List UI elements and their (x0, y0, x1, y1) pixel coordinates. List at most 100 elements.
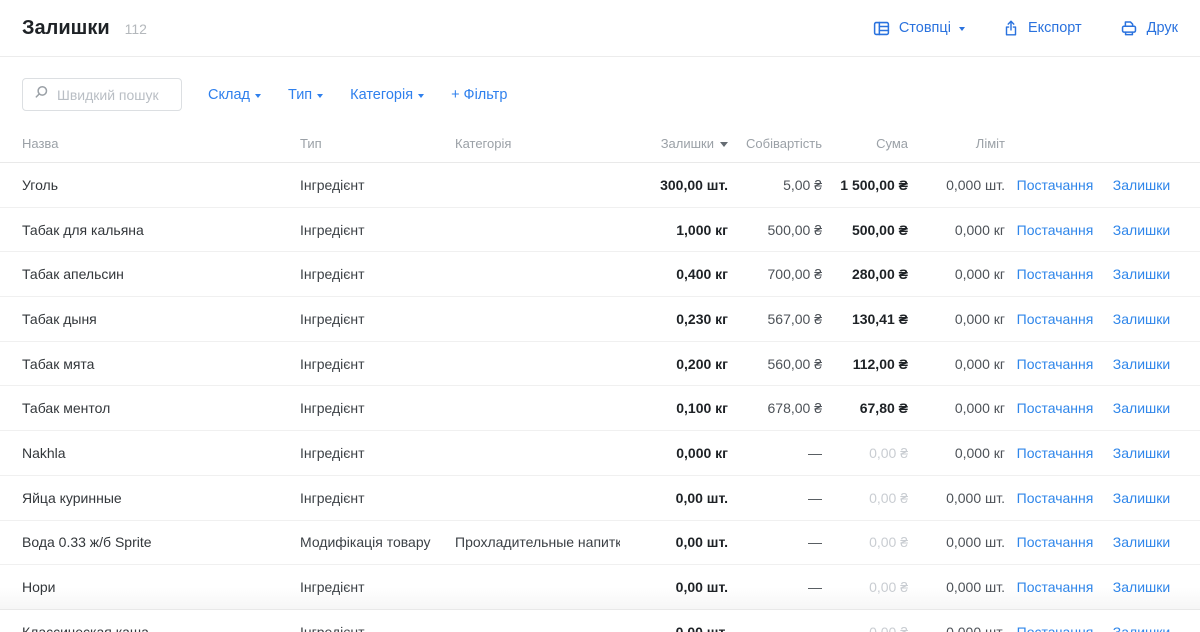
stock-link-cell: Залишки (1105, 445, 1178, 461)
col-header-stock[interactable]: Залишки (620, 136, 728, 151)
item-type: Інгредієнт (300, 356, 455, 372)
item-limit-value: 0,000 шт. (908, 534, 1005, 550)
stock-link[interactable]: Залишки (1113, 311, 1170, 327)
supply-link-cell: Постачання (1005, 445, 1105, 461)
item-stock-value: 0,200 кг (620, 356, 728, 372)
supply-link[interactable]: Постачання (1017, 311, 1094, 327)
table-row[interactable]: Табак дыня Інгредієнт 0,230 кг 567,00 ₴ … (0, 297, 1200, 342)
item-name: Нори (22, 579, 300, 595)
item-sum-value: 112,00 ₴ (822, 356, 908, 372)
stock-link-cell: Залишки (1105, 356, 1178, 372)
print-button-label: Друк (1147, 20, 1178, 36)
supply-link[interactable]: Постачання (1017, 579, 1094, 595)
table-row[interactable]: Табак апельсин Інгредієнт 0,400 кг 700,0… (0, 252, 1200, 297)
stock-link[interactable]: Залишки (1113, 534, 1170, 550)
table-row[interactable]: Табак для кальяна Інгредієнт 1,000 кг 50… (0, 208, 1200, 253)
filter-category[interactable]: Категорія (350, 87, 424, 103)
supply-link-cell: Постачання (1005, 490, 1105, 506)
table-row[interactable]: Яйца куринные Інгредієнт 0,00 шт. — 0,00… (0, 476, 1200, 521)
item-limit-value: 0,000 шт. (908, 579, 1005, 595)
stock-link[interactable]: Залишки (1113, 177, 1170, 193)
supply-link[interactable]: Постачання (1017, 400, 1094, 416)
item-type: Інгредієнт (300, 177, 455, 193)
table-header-row: Назва Тип Категорія Залишки Собівартість… (0, 125, 1200, 163)
item-limit-value: 0,000 шт. (908, 624, 1005, 632)
table-row[interactable]: Нори Інгредієнт 0,00 шт. — 0,00 ₴ 0,000 … (0, 565, 1200, 610)
item-name: Классическая каша (22, 624, 300, 632)
supply-link[interactable]: Постачання (1017, 356, 1094, 372)
supply-link[interactable]: Постачання (1017, 445, 1094, 461)
sort-desc-icon (720, 142, 728, 147)
col-header-limit[interactable]: Ліміт (908, 136, 1005, 151)
table-body: Уголь Інгредієнт 300,00 шт. 5,00 ₴ 1 500… (0, 163, 1200, 632)
stock-link[interactable]: Залишки (1113, 222, 1170, 238)
table-row[interactable]: Вода 0.33 ж/б Sprite Модифікація товару … (0, 521, 1200, 566)
item-cost-value: — (728, 445, 822, 461)
stock-link[interactable]: Залишки (1113, 490, 1170, 506)
item-type: Модифікація товару (300, 534, 455, 550)
item-stock-value: 0,00 шт. (620, 490, 728, 506)
item-name: Вода 0.33 ж/б Sprite (22, 534, 300, 550)
col-header-sum[interactable]: Сума (822, 136, 908, 151)
title-wrap: Залишки 112 (22, 17, 147, 40)
item-cost-value: 678,00 ₴ (728, 400, 822, 416)
export-button[interactable]: Експорт (1002, 19, 1082, 38)
print-icon (1119, 19, 1139, 38)
supply-link[interactable]: Постачання (1017, 490, 1094, 506)
item-sum-value: 500,00 ₴ (822, 222, 908, 238)
item-limit-value: 0,000 шт. (908, 490, 1005, 506)
item-limit-value: 0,000 кг (908, 311, 1005, 327)
supply-link[interactable]: Постачання (1017, 624, 1094, 632)
supply-link[interactable]: Постачання (1017, 222, 1094, 238)
item-limit-value: 0,000 кг (908, 266, 1005, 282)
supply-link[interactable]: Постачання (1017, 266, 1094, 282)
item-name: Nakhla (22, 445, 300, 461)
stock-link[interactable]: Залишки (1113, 445, 1170, 461)
table-row[interactable]: Nakhla Інгредієнт 0,000 кг — 0,00 ₴ 0,00… (0, 431, 1200, 476)
table-row[interactable]: Табак мята Інгредієнт 0,200 кг 560,00 ₴ … (0, 342, 1200, 387)
supply-link[interactable]: Постачання (1017, 534, 1094, 550)
item-type: Інгредієнт (300, 579, 455, 595)
columns-button[interactable]: Стовпці (872, 19, 965, 38)
col-header-cost[interactable]: Собівартість (728, 136, 822, 151)
item-name: Яйца куринные (22, 490, 300, 506)
item-limit-value: 0,000 шт. (908, 177, 1005, 193)
item-sum-value: 0,00 ₴ (822, 490, 908, 506)
item-type: Інгредієнт (300, 400, 455, 416)
item-cost-value: 700,00 ₴ (728, 266, 822, 282)
item-type: Інгредієнт (300, 311, 455, 327)
stock-link[interactable]: Залишки (1113, 624, 1170, 632)
stock-link[interactable]: Залишки (1113, 356, 1170, 372)
supply-link[interactable]: Постачання (1017, 177, 1094, 193)
print-button[interactable]: Друк (1119, 19, 1178, 38)
export-icon (1002, 19, 1020, 38)
col-header-category[interactable]: Категорія (455, 136, 620, 151)
table-row[interactable]: Классическая каша Інгредієнт 0,00 шт. — … (0, 610, 1200, 632)
col-header-name[interactable]: Назва (22, 136, 300, 151)
item-type: Інгредієнт (300, 445, 455, 461)
item-stock-value: 0,00 шт. (620, 624, 728, 632)
supply-link-cell: Постачання (1005, 356, 1105, 372)
stock-link[interactable]: Залишки (1113, 266, 1170, 282)
quick-search-box[interactable] (22, 78, 182, 111)
col-header-type[interactable]: Тип (300, 136, 455, 151)
add-filter-button[interactable]: + Фільтр (451, 87, 507, 103)
filter-warehouse[interactable]: Склад (208, 87, 261, 103)
item-category: Прохладительные напитки (455, 534, 620, 550)
stock-link[interactable]: Залишки (1113, 579, 1170, 595)
search-input[interactable] (57, 87, 171, 103)
stock-link[interactable]: Залишки (1113, 400, 1170, 416)
supply-link-cell: Постачання (1005, 311, 1105, 327)
inventory-stock-page: Залишки 112 Стовпці (0, 0, 1200, 632)
item-sum-value: 0,00 ₴ (822, 445, 908, 461)
columns-button-label: Стовпці (899, 20, 951, 36)
item-limit-value: 0,000 кг (908, 400, 1005, 416)
item-sum-value: 1 500,00 ₴ (822, 177, 908, 193)
page-title: Залишки (22, 17, 110, 40)
supply-link-cell: Постачання (1005, 534, 1105, 550)
filter-type[interactable]: Тип (288, 87, 323, 103)
table-row[interactable]: Табак ментол Інгредієнт 0,100 кг 678,00 … (0, 386, 1200, 431)
filter-warehouse-label: Склад (208, 87, 250, 103)
table-row[interactable]: Уголь Інгредієнт 300,00 шт. 5,00 ₴ 1 500… (0, 163, 1200, 208)
search-icon (33, 84, 49, 105)
